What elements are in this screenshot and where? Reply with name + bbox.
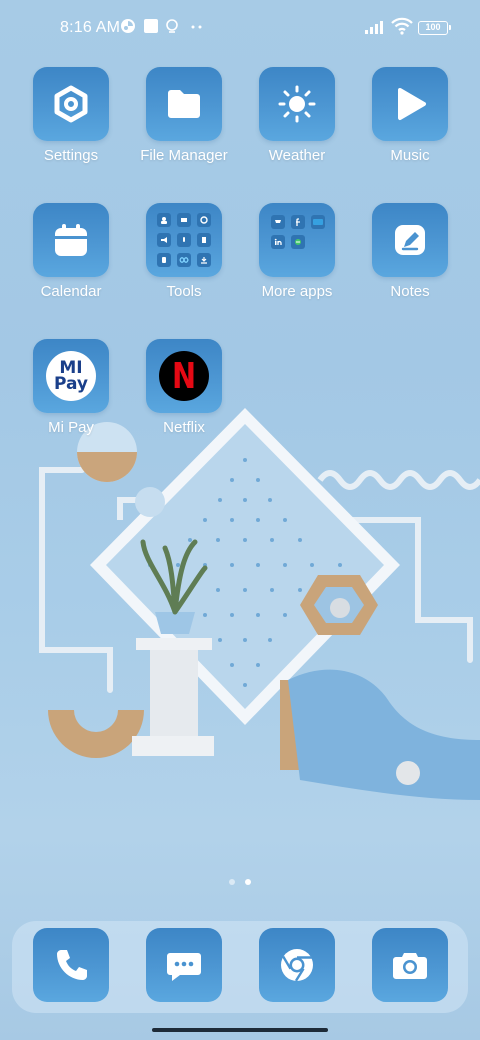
calendar-app[interactable]: Calendar xyxy=(16,203,126,300)
netflix-label: Netflix xyxy=(163,419,205,436)
folder-app-icon xyxy=(291,215,305,229)
weather-label: Weather xyxy=(268,147,326,164)
wallpaper-illustration xyxy=(39,408,480,800)
file-manager-label: File Manager xyxy=(140,147,228,164)
app-notification-icon xyxy=(121,19,135,33)
message-bubble-icon xyxy=(167,953,201,981)
file-manager-app[interactable]: File Manager xyxy=(129,67,239,164)
folder-app-icon xyxy=(271,235,285,249)
settings-label: Settings xyxy=(43,147,99,164)
music-app[interactable]: Music xyxy=(355,67,465,164)
folder-app-icon xyxy=(271,215,285,229)
folder-app-icon xyxy=(311,215,325,229)
more-apps-folder[interactable]: More apps xyxy=(242,203,352,300)
home-gesture-bar[interactable] xyxy=(152,1028,328,1032)
page-indicator-2[interactable] xyxy=(245,879,251,885)
notes-edit-icon xyxy=(395,225,425,255)
folder-icon xyxy=(168,90,200,118)
play-icon xyxy=(398,88,426,120)
calendar-icon xyxy=(55,224,87,256)
folder-app-icon xyxy=(197,253,211,267)
settings-icon xyxy=(54,85,88,123)
folder-app-icon xyxy=(197,213,211,227)
signal-icon xyxy=(365,21,383,34)
more-apps-folder-preview xyxy=(271,215,325,249)
dock-camera-app[interactable] xyxy=(372,928,448,1002)
mi-pay-app[interactable]: MI Pay Mi Pay xyxy=(16,339,126,436)
status-bar: 8:16 AM 100 xyxy=(0,0,480,56)
netflix-logo: N xyxy=(159,351,209,401)
mi-pay-logo: MI Pay xyxy=(46,351,96,401)
tools-folder[interactable]: Tools xyxy=(129,203,239,300)
dock-chrome-app[interactable] xyxy=(259,928,335,1002)
weather-app[interactable]: Weather xyxy=(242,67,352,164)
folder-app-icon xyxy=(291,235,305,249)
battery-level: 100 xyxy=(425,22,441,32)
tools-label: Tools xyxy=(166,283,202,300)
folder-app-icon xyxy=(177,253,191,267)
tools-folder-preview xyxy=(157,213,211,267)
folder-app-icon xyxy=(177,213,191,227)
bulb-notification-icon xyxy=(166,19,178,33)
folder-app-icon xyxy=(197,233,211,247)
calendar-label: Calendar xyxy=(40,283,102,300)
dock-messages-app[interactable] xyxy=(146,928,222,1002)
more-dots-icon xyxy=(191,25,202,29)
status-time: 8:16 AM xyxy=(60,19,121,36)
square-notification-icon xyxy=(144,19,158,33)
settings-app[interactable]: Settings xyxy=(16,67,126,164)
wifi-icon xyxy=(391,17,413,35)
phone-icon xyxy=(57,950,87,980)
folder-app-icon xyxy=(157,233,171,247)
chrome-icon xyxy=(281,949,313,982)
mi-pay-label: Mi Pay xyxy=(48,419,94,436)
more-apps-label: More apps xyxy=(261,283,333,300)
page-indicator-1[interactable] xyxy=(229,879,235,885)
notes-label: Notes xyxy=(390,283,430,300)
folder-app-icon xyxy=(157,213,171,227)
dock-phone-app[interactable] xyxy=(33,928,109,1002)
folder-app-icon xyxy=(157,253,171,267)
battery-icon: 100 xyxy=(418,21,451,35)
folder-app-icon xyxy=(177,233,191,247)
music-label: Music xyxy=(390,147,430,164)
notes-app[interactable]: Notes xyxy=(355,203,465,300)
netflix-app[interactable]: N Netflix xyxy=(129,339,239,436)
sun-icon xyxy=(278,85,316,123)
camera-icon xyxy=(393,953,427,979)
